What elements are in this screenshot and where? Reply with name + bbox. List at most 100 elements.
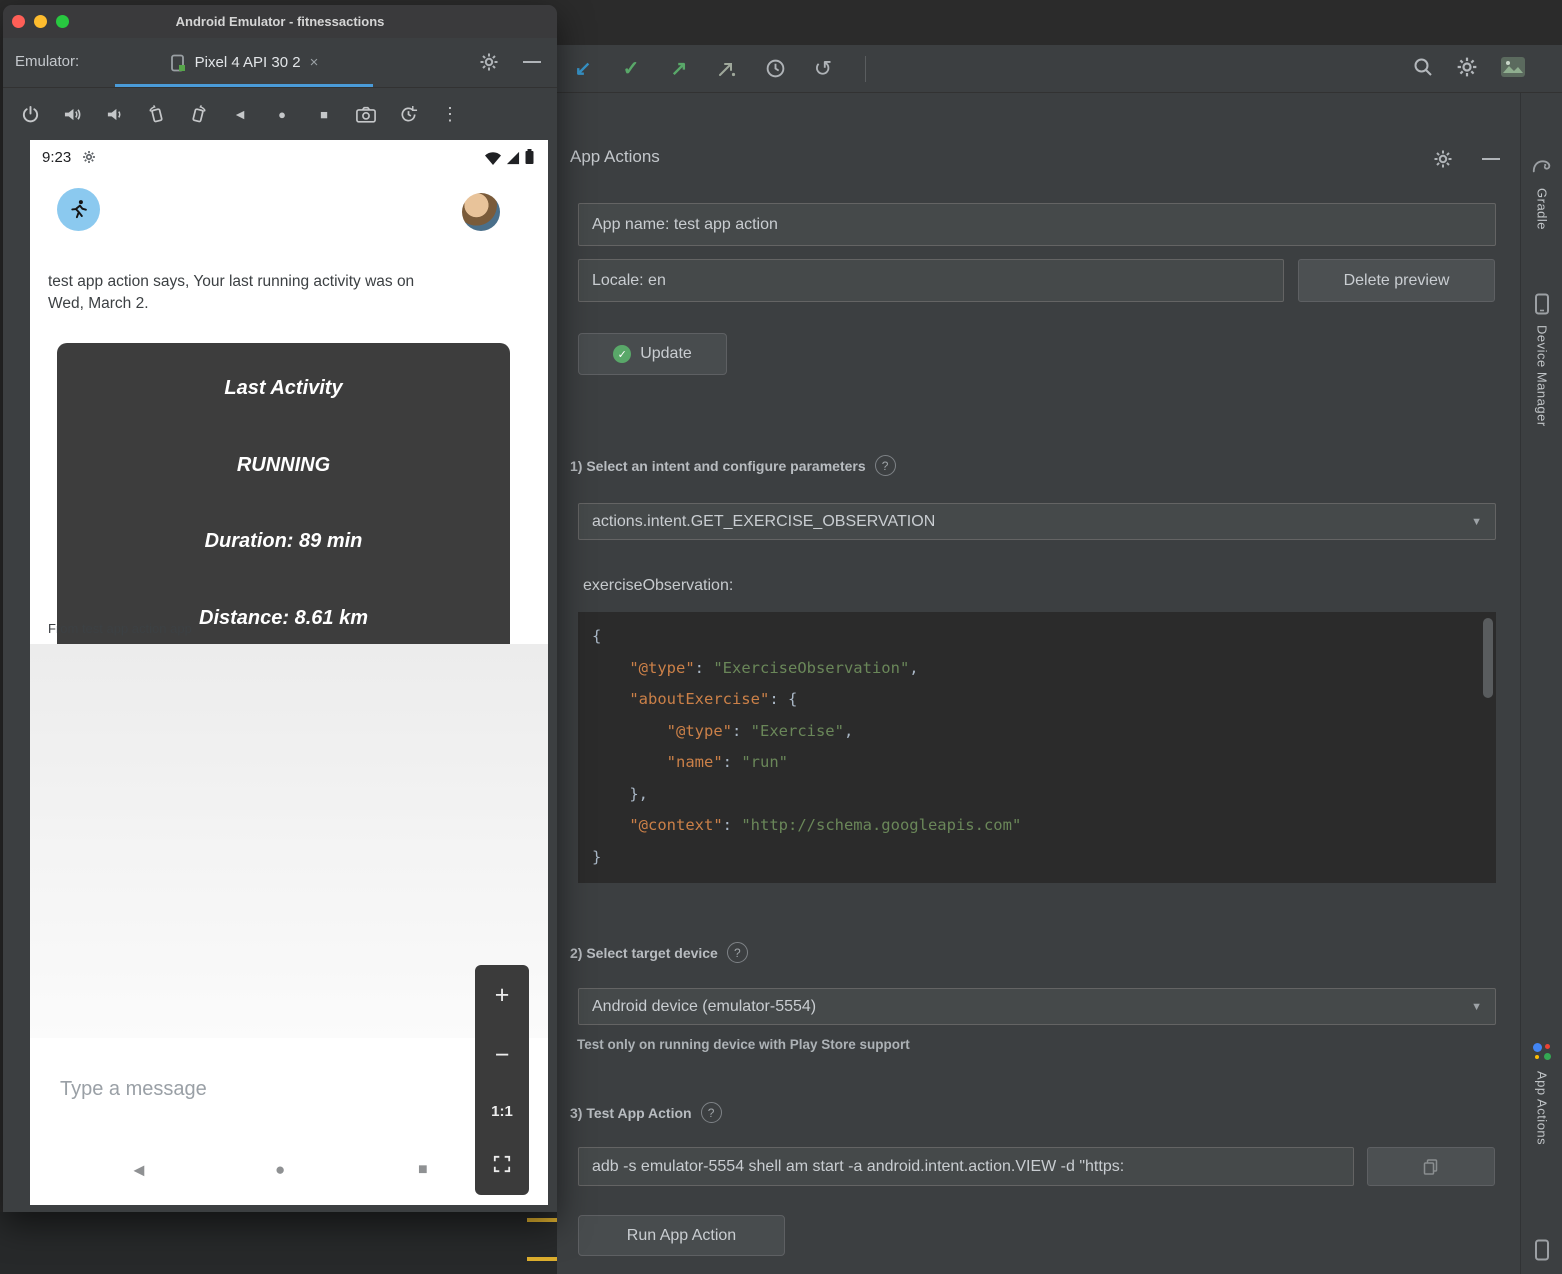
zoom-ratio-button[interactable]: 1:1 <box>491 1103 513 1120</box>
yellow-marker-bottom <box>527 1257 557 1261</box>
update-label: Update <box>640 345 692 363</box>
volume-up-icon[interactable] <box>62 103 82 125</box>
cell-signal-icon <box>506 151 520 165</box>
step1-help-icon[interactable]: ? <box>875 455 896 476</box>
step3-label: 3) Test App Action <box>570 1105 692 1121</box>
phone-screen: 9:23 test app action says, Your last run… <box>30 140 548 1205</box>
step2-help-icon[interactable]: ? <box>727 942 748 963</box>
device-manager-icon[interactable] <box>1521 293 1562 315</box>
volume-down-icon[interactable] <box>104 103 124 125</box>
emulator-window: Android Emulator - fitnessactions Emulat… <box>3 5 557 1212</box>
code-editor-content: { "@type": "ExerciseObservation", "about… <box>592 621 1496 873</box>
step3-row: 3) Test App Action ? <box>570 1102 722 1123</box>
assistant-icon[interactable] <box>1521 1041 1562 1061</box>
step2-row: 2) Select target device ? <box>570 942 748 963</box>
step3-help-icon[interactable]: ? <box>701 1102 722 1123</box>
android-home-button[interactable]: ● <box>275 1160 285 1180</box>
target-device-dropdown[interactable]: Android device (emulator-5554) ▼ <box>578 988 1496 1025</box>
run-check-icon[interactable]: ✓ <box>619 57 643 81</box>
bottom-left-background <box>0 1212 557 1274</box>
message-input[interactable]: Type a message <box>60 1078 207 1101</box>
search-icon[interactable] <box>1412 56 1434 83</box>
assistant-message: test app action says, Your last running … <box>48 271 440 316</box>
card-duration: Duration: 89 min <box>57 530 510 553</box>
step2-label: 2) Select target device <box>570 945 718 961</box>
emulator-settings-gear-icon[interactable] <box>479 52 499 77</box>
undo-icon[interactable]: ↺ <box>811 57 835 81</box>
window-title: Android Emulator - fitnessactions <box>3 14 557 29</box>
panel-minimize-icon[interactable] <box>1482 158 1500 160</box>
android-overview-button[interactable]: ■ <box>418 1161 428 1179</box>
code-line: "aboutExercise": { <box>592 684 1496 716</box>
runner-icon <box>67 198 90 221</box>
locale-input[interactable]: Locale: en <box>578 259 1284 302</box>
camera-icon[interactable] <box>356 103 376 125</box>
fit-screen-button[interactable] <box>493 1155 511 1178</box>
home-icon[interactable]: ● <box>272 103 292 125</box>
device-note: Test only on running device with Play St… <box>577 1037 910 1052</box>
zoom-out-button[interactable]: − <box>495 1043 510 1068</box>
emulator-titlebar: Android Emulator - fitnessactions <box>3 5 557 38</box>
panel-gear-icon[interactable] <box>1433 149 1453 174</box>
settings-gear-icon[interactable] <box>1456 56 1478 83</box>
app-name-input[interactable]: App name: test app action <box>578 203 1496 246</box>
code-line: } <box>592 842 1496 874</box>
run-app-action-button[interactable]: Run App Action <box>578 1215 785 1256</box>
code-line: { <box>592 621 1496 653</box>
attach-debugger-icon[interactable]: ↙ <box>571 57 595 81</box>
snapshots-icon[interactable] <box>398 103 418 125</box>
emulator-tabbar: Emulator: Pixel 4 API 30 2 × <box>3 38 557 88</box>
battery-icon <box>525 149 534 165</box>
activity-card: Last Activity RUNNING Duration: 89 min D… <box>57 343 510 664</box>
copy-command-button[interactable] <box>1367 1147 1495 1186</box>
app-avatar-runner <box>57 188 100 231</box>
delete-preview-button[interactable]: Delete preview <box>1298 259 1495 302</box>
zoom-in-button[interactable]: + <box>495 983 510 1008</box>
status-gear-icon <box>82 150 96 169</box>
tool-button-app-actions[interactable]: App Actions <box>1521 1071 1562 1145</box>
code-line: "@context": "http://schema.googleapis.co… <box>592 810 1496 842</box>
from-app-label: From test app action app <box>48 621 192 636</box>
more-options-icon[interactable]: ⋮ <box>440 103 460 125</box>
code-editor-scrollbar[interactable] <box>1483 618 1493 698</box>
ide-top-strip <box>557 0 1562 45</box>
step1-label: 1) Select an intent and configure parame… <box>570 458 866 474</box>
status-right-icons <box>485 149 534 165</box>
android-nav-bar: ◄ ● ■ <box>30 1135 548 1205</box>
android-back-button[interactable]: ◄ <box>130 1160 148 1181</box>
chevron-down-icon: ▼ <box>1471 1001 1482 1013</box>
power-icon[interactable] <box>20 103 40 125</box>
right-tool-strip: Gradle Device Manager App Actions <box>1520 93 1562 1274</box>
chevron-down-icon: ▼ <box>1471 516 1482 528</box>
rotate-right-icon[interactable] <box>188 103 208 125</box>
emulator-toolbar: ◄ ● ■ ⋮ <box>3 88 557 140</box>
overview-icon[interactable]: ■ <box>314 103 334 125</box>
profile-arrow-icon[interactable]: ↗ <box>667 57 691 81</box>
app-name-value: App name: test app action <box>592 216 778 234</box>
gradle-icon[interactable] <box>1521 155 1562 175</box>
target-device-value: Android device (emulator-5554) <box>592 998 816 1016</box>
step-over-icon[interactable] <box>715 57 739 81</box>
update-button[interactable]: ✓ Update <box>578 333 727 375</box>
code-line: }, <box>592 779 1496 811</box>
gradle-label: Gradle <box>1535 188 1550 230</box>
wifi-icon <box>485 152 501 165</box>
code-editor[interactable]: { "@type": "ExerciseObservation", "about… <box>578 612 1496 883</box>
intent-dropdown[interactable]: actions.intent.GET_EXERCISE_OBSERVATION … <box>578 503 1496 540</box>
screenshot-thumbnail-icon[interactable] <box>1500 56 1526 83</box>
tab-pixel4[interactable]: Pixel 4 API 30 2 × <box>115 38 373 87</box>
adb-command-input[interactable]: adb -s emulator-5554 shell am start -a a… <box>578 1147 1354 1186</box>
tab-close-icon[interactable]: × <box>310 54 319 71</box>
card-activity-type: RUNNING <box>57 454 510 477</box>
ide-toolbar-right <box>1412 48 1562 90</box>
emulator-minimize-icon[interactable] <box>523 61 541 63</box>
tab-label: Pixel 4 API 30 2 <box>195 54 301 71</box>
rotate-left-icon[interactable] <box>146 103 166 125</box>
tool-button-gradle[interactable]: Gradle <box>1521 188 1562 230</box>
chat-background <box>30 644 548 1038</box>
back-icon[interactable]: ◄ <box>230 103 250 125</box>
clock-icon[interactable] <box>763 57 787 81</box>
yellow-marker-top <box>527 1218 557 1222</box>
tool-button-device-manager[interactable]: Device Manager <box>1521 325 1562 427</box>
device-phone-icon[interactable] <box>1521 1239 1562 1261</box>
